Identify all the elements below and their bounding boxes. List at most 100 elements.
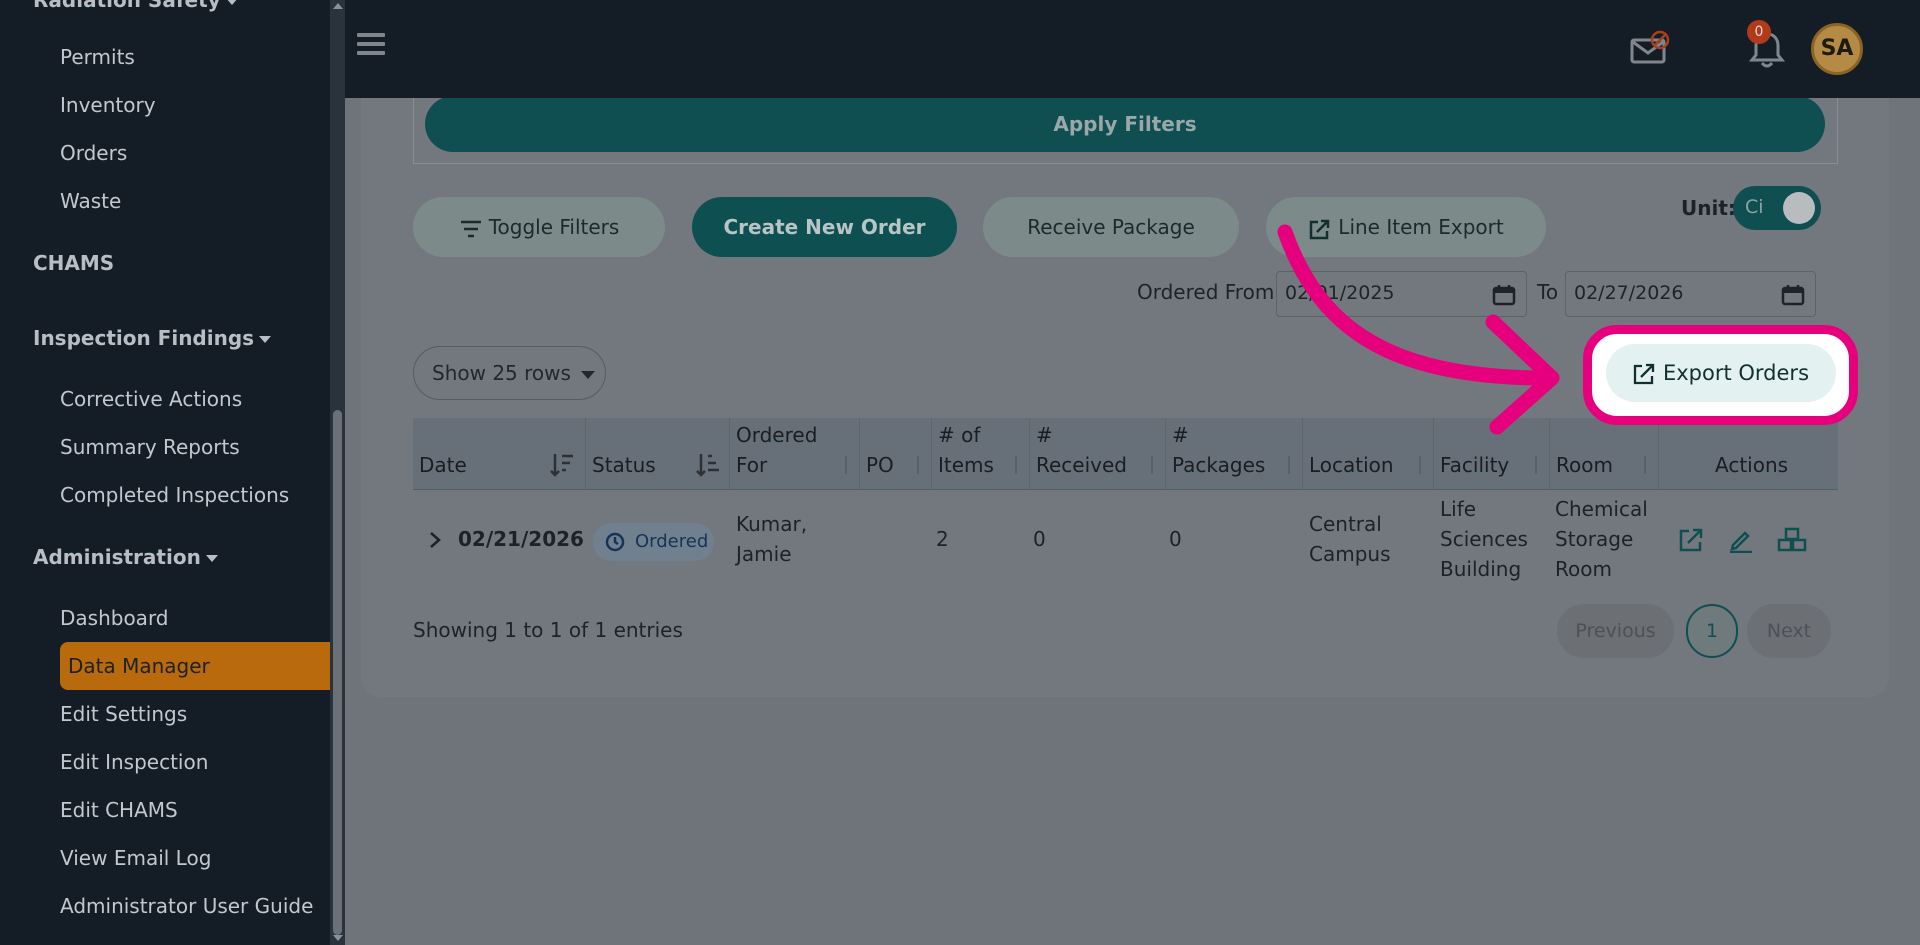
column-header-label: # Received xyxy=(1036,423,1127,477)
sidebar-section-label: Radiation Safety xyxy=(33,0,221,12)
toggle-filters-button[interactable]: Toggle Filters xyxy=(413,197,665,257)
column-header-label: # Packages xyxy=(1172,423,1266,477)
column-header-label: Actions xyxy=(1715,453,1789,477)
column-header-status[interactable]: Status xyxy=(586,418,730,490)
sidebar-item-completed-inspections[interactable]: Completed Inspections xyxy=(60,483,289,507)
export-row-icon[interactable] xyxy=(1678,527,1704,553)
sidebar-item-edit-settings[interactable]: Edit Settings xyxy=(60,702,187,726)
unit-toggle[interactable]: Ci xyxy=(1733,186,1821,230)
column-header-label: Facility xyxy=(1440,453,1510,477)
cell-items: 2 xyxy=(936,527,949,551)
sidebar-section-administration[interactable]: Administration xyxy=(33,545,218,569)
column-header-ordered-for[interactable]: Ordered For xyxy=(730,418,860,490)
sidebar-section-radiation-safety[interactable]: Radiation Safety xyxy=(33,0,238,12)
sidebar-item-label: Data Manager xyxy=(68,654,210,678)
column-header-items[interactable]: # of Items xyxy=(932,418,1030,490)
sidebar-item-administrator-user-guide[interactable]: Administrator User Guide xyxy=(60,894,313,918)
calendar-icon[interactable] xyxy=(1492,284,1516,306)
top-navbar: 0 SA xyxy=(345,0,1920,98)
packages-boxes-icon[interactable] xyxy=(1776,527,1808,553)
page-1-button[interactable]: 1 xyxy=(1686,604,1738,658)
ordered-from-label: Ordered From xyxy=(1137,280,1275,304)
sidebar-section-inspection-findings[interactable]: Inspection Findings xyxy=(33,326,272,350)
sort-icon[interactable] xyxy=(1640,454,1650,476)
apply-filters-button[interactable]: Apply Filters xyxy=(425,96,1825,152)
user-avatar[interactable]: SA xyxy=(1811,23,1863,75)
sidebar-item-edit-inspection[interactable]: Edit Inspection xyxy=(60,750,208,774)
sidebar-item-corrective-actions[interactable]: Corrective Actions xyxy=(60,387,242,411)
export-icon xyxy=(1310,219,1330,239)
line-item-export-label: Line Item Export xyxy=(1338,215,1504,239)
sort-icon[interactable] xyxy=(1147,454,1157,476)
scroll-down-arrow-icon[interactable] xyxy=(333,935,343,941)
column-header-label: Location xyxy=(1309,453,1394,477)
edit-pencil-icon[interactable] xyxy=(1728,527,1754,553)
ordered-from-input[interactable]: 02/01/2025 xyxy=(1276,271,1527,317)
line-item-export-button[interactable]: Line Item Export xyxy=(1266,197,1546,257)
unit-value: Ci xyxy=(1745,196,1764,218)
export-icon xyxy=(1633,363,1655,385)
to-label: To xyxy=(1537,280,1559,304)
sort-icon[interactable] xyxy=(1284,454,1294,476)
sidebar-item-edit-chams[interactable]: Edit CHAMS xyxy=(60,798,178,822)
column-header-date[interactable]: Date xyxy=(413,418,586,490)
sidebar-item-permits[interactable]: Permits xyxy=(60,45,135,69)
chevron-right-icon[interactable] xyxy=(428,531,442,549)
column-header-actions: Actions xyxy=(1659,418,1838,490)
column-header-received[interactable]: # Received xyxy=(1030,418,1166,490)
sidebar-item-orders[interactable]: Orders xyxy=(60,141,127,165)
export-orders-button[interactable]: Export Orders xyxy=(1606,344,1836,402)
column-header-label: Room xyxy=(1556,453,1613,477)
mail-blocked-icon[interactable] xyxy=(1630,30,1670,66)
sidebar-item-waste[interactable]: Waste xyxy=(60,189,121,213)
sort-icon[interactable] xyxy=(1415,454,1425,476)
sort-icon[interactable] xyxy=(841,454,851,476)
toggle-filters-label: Toggle Filters xyxy=(488,215,620,239)
caret-down-icon xyxy=(580,370,595,379)
clock-icon xyxy=(605,532,625,552)
column-header-room[interactable]: Room xyxy=(1550,418,1659,490)
scrollbar-thumb[interactable] xyxy=(333,410,342,935)
rows-per-page-select[interactable]: Show 25 rows xyxy=(413,346,606,400)
receive-package-button[interactable]: Receive Package xyxy=(983,197,1239,257)
sort-ascending-icon[interactable] xyxy=(695,452,721,478)
scroll-up-arrow-icon[interactable] xyxy=(333,3,343,9)
to-date-input[interactable]: 02/27/2026 xyxy=(1565,271,1816,317)
sort-icon[interactable] xyxy=(1011,454,1021,476)
sort-icon[interactable] xyxy=(913,454,923,476)
sidebar-scrollbar[interactable] xyxy=(330,0,345,945)
sort-descending-icon[interactable] xyxy=(549,452,575,478)
column-header-label: Date xyxy=(419,453,467,477)
hamburger-menu-icon[interactable] xyxy=(357,33,385,55)
calendar-icon[interactable] xyxy=(1781,284,1805,306)
sort-icon[interactable] xyxy=(1531,454,1541,476)
entries-info: Showing 1 to 1 of 1 entries xyxy=(413,618,683,642)
cell-room: Chemical Storage Room xyxy=(1555,497,1648,581)
cell-date: 02/21/2026 xyxy=(458,527,584,551)
caret-down-icon xyxy=(259,336,272,343)
cell-location: Central Campus xyxy=(1309,512,1391,566)
create-new-order-button[interactable]: Create New Order xyxy=(692,197,957,257)
sidebar-item-summary-reports[interactable]: Summary Reports xyxy=(60,435,240,459)
status-text: Ordered xyxy=(635,531,709,552)
table-header: Date Status Ordered For PO # of Items # … xyxy=(413,418,1838,490)
sidebar-item-view-email-log[interactable]: View Email Log xyxy=(60,846,211,870)
export-orders-label: Export Orders xyxy=(1662,361,1810,385)
cell-packages: 0 xyxy=(1169,527,1182,551)
sidebar-item-dashboard[interactable]: Dashboard xyxy=(60,606,169,630)
previous-page-button[interactable]: Previous xyxy=(1557,604,1674,658)
sidebar-item-data-manager[interactable]: Data Manager xyxy=(60,642,330,690)
notification-count-badge: 0 xyxy=(1747,20,1771,44)
column-header-location[interactable]: Location xyxy=(1303,418,1434,490)
column-header-facility[interactable]: Facility xyxy=(1434,418,1550,490)
sidebar-item-inventory[interactable]: Inventory xyxy=(60,93,156,117)
next-page-button[interactable]: Next xyxy=(1747,604,1831,658)
sidebar-section-chams[interactable]: CHAMS xyxy=(33,251,114,275)
status-badge: Ordered xyxy=(593,523,714,561)
column-header-label: PO xyxy=(866,453,894,477)
column-header-packages[interactable]: # Packages xyxy=(1166,418,1303,490)
column-header-label: Status xyxy=(592,453,656,477)
column-header-po[interactable]: PO xyxy=(860,418,932,490)
cell-received: 0 xyxy=(1033,527,1046,551)
cell-facility: Life Sciences Building xyxy=(1440,497,1528,581)
